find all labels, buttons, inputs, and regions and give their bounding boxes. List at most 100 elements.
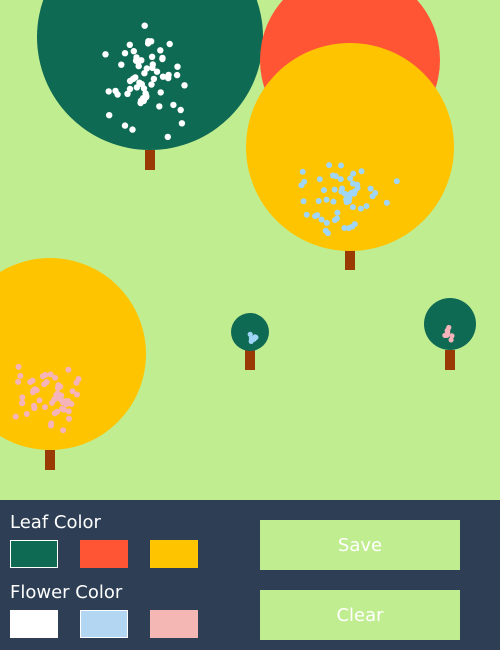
flower-dot — [150, 75, 158, 83]
flower-dot — [143, 65, 150, 72]
flower-dot — [177, 106, 184, 114]
leaf-swatch-red[interactable] — [80, 540, 128, 568]
flower-dot — [323, 196, 330, 203]
tree-trunk — [145, 150, 155, 170]
flower-dot — [51, 410, 58, 417]
flower-dot — [367, 185, 374, 192]
flower-dot — [345, 225, 352, 232]
flower-dot — [324, 230, 331, 237]
tree-trunk — [45, 450, 55, 470]
flower-dot — [42, 404, 48, 411]
flower-dot — [75, 376, 82, 382]
leaf-swatch-green[interactable] — [10, 540, 58, 568]
flower-dot — [121, 122, 129, 129]
flower-dot — [144, 40, 152, 47]
flower-dot — [15, 363, 22, 370]
flower-dot — [334, 209, 341, 216]
flower-dot — [31, 386, 38, 393]
flower-dot — [320, 187, 327, 194]
color-panel: Leaf Color Flower Color Save Clear — [0, 500, 500, 650]
tree-painter-app: Leaf Color Flower Color Save Clear — [0, 0, 500, 650]
flower-dot — [338, 162, 344, 169]
flower-dot — [59, 405, 66, 412]
flower-dot — [66, 415, 72, 422]
flower-dot — [445, 327, 451, 333]
flower-dot — [19, 394, 26, 401]
tree-trunk — [245, 350, 255, 370]
flower-dot — [332, 173, 339, 180]
flower-dot — [323, 219, 330, 226]
flower-dot — [148, 81, 155, 88]
flower-dot — [165, 74, 172, 82]
flower-dot — [27, 379, 34, 385]
flower-dot — [41, 381, 48, 388]
flower-dot — [105, 88, 112, 95]
flower-dot — [318, 216, 325, 223]
flower-dot — [36, 397, 43, 404]
flower-dot — [178, 120, 186, 127]
flower-dot — [301, 178, 308, 185]
flower-dot — [345, 198, 352, 205]
flower-dot — [60, 427, 67, 434]
flower-dot — [12, 413, 19, 420]
flower-dot — [132, 74, 139, 81]
flower-dot — [23, 411, 30, 417]
flower-dot — [372, 190, 379, 196]
flower-dot — [126, 77, 134, 85]
flower-dot — [148, 53, 156, 60]
flower-dot — [149, 64, 156, 72]
flower-dot — [349, 204, 356, 211]
flower-dot — [166, 40, 173, 48]
leaf-swatch-yellow[interactable] — [150, 540, 198, 568]
flower-dot — [444, 332, 450, 338]
flower-dot — [31, 402, 37, 409]
flower-dot — [326, 162, 333, 169]
flower-dot — [448, 337, 454, 343]
flower-dot — [393, 178, 400, 185]
flower-dot — [300, 198, 307, 205]
flower-dot — [129, 126, 136, 133]
flower-dot — [51, 396, 58, 403]
flower-dot — [118, 61, 125, 68]
flower-dot — [136, 79, 143, 86]
flower-dot — [74, 391, 80, 398]
tree-trunk — [345, 250, 355, 270]
flower-dot — [383, 199, 390, 206]
tree-3 — [246, 43, 454, 270]
flower-swatch-white[interactable] — [10, 610, 58, 638]
flower-dot — [54, 390, 61, 397]
clear-button[interactable]: Clear — [260, 590, 460, 640]
flower-dot — [315, 198, 322, 204]
tree-trunk — [445, 350, 455, 370]
flower-swatch-pink[interactable] — [150, 610, 198, 638]
flower-dot — [121, 50, 129, 57]
tree-canopy — [0, 258, 146, 450]
flower-dot — [52, 374, 59, 381]
flower-dot — [164, 133, 171, 141]
flower-dot — [347, 175, 354, 182]
flower-dot — [174, 63, 181, 70]
save-button[interactable]: Save — [260, 520, 460, 570]
flower-dot — [314, 212, 321, 219]
flower-dot — [159, 55, 166, 63]
flower-dot — [65, 366, 72, 373]
flower-dot — [62, 399, 69, 406]
tree-1 — [37, 0, 263, 170]
tree-canopy — [37, 0, 263, 150]
tree-6 — [424, 298, 476, 370]
flower-dot — [363, 203, 370, 210]
flower-dot — [299, 168, 306, 175]
flower-swatch-blue[interactable] — [80, 610, 128, 638]
flower-dot — [351, 221, 358, 228]
flower-dot — [114, 91, 121, 98]
flower-dot — [334, 215, 340, 222]
flower-dot — [132, 57, 140, 64]
flower-dot — [247, 331, 253, 337]
flower-dot — [303, 211, 310, 218]
flower-dot — [170, 101, 177, 109]
tree-scene[interactable] — [0, 0, 500, 500]
tree-5 — [231, 313, 269, 370]
flower-dot — [354, 181, 361, 188]
drawing-canvas[interactable] — [0, 0, 500, 500]
flower-dot — [358, 168, 365, 175]
